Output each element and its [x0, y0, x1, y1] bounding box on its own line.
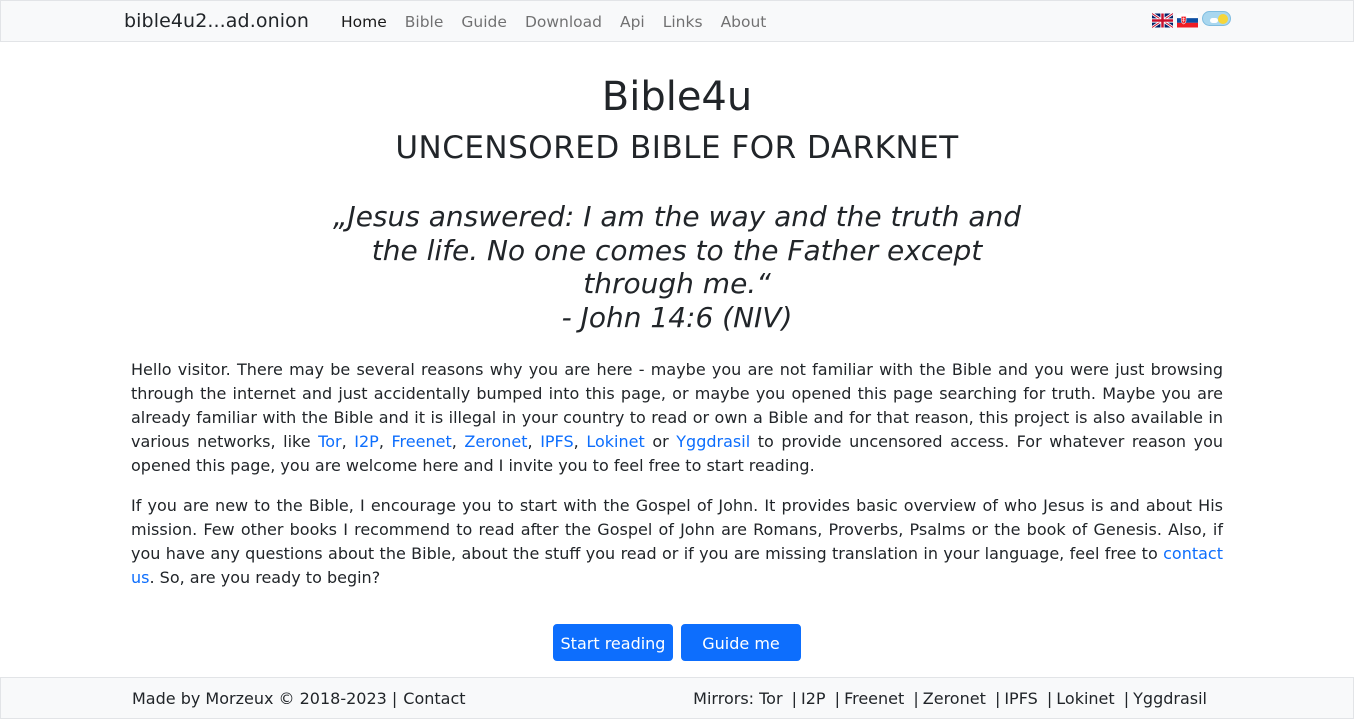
link-i2p[interactable]: I2P	[354, 432, 379, 451]
link-tor[interactable]: Tor	[318, 432, 341, 451]
copyright-text: Made by Morzeux © 2018-2023 |	[132, 689, 398, 708]
bible-quote: „Jesus answered: I am the way and the tr…	[322, 200, 1032, 335]
guidance-paragraph: If you are new to the Bible, I encourage…	[131, 494, 1223, 590]
mirror-lokinet[interactable]: Lokinet	[1056, 689, 1114, 708]
separator: ,	[341, 432, 355, 451]
mirror-freenet[interactable]: Freenet	[844, 689, 904, 708]
theme-toggle[interactable]	[1202, 11, 1231, 26]
quote-reference: - John 14:6 (NIV)	[561, 301, 793, 335]
footer-contact-link[interactable]: Contact	[403, 689, 465, 708]
nav-home[interactable]: Home	[341, 13, 387, 31]
cloud-icon	[1210, 18, 1218, 23]
mirror-i2p[interactable]: I2P	[801, 689, 826, 708]
mirror-zeronet[interactable]: Zeronet	[923, 689, 986, 708]
footer-credits: Made by Morzeux © 2018-2023 | Contact	[132, 689, 466, 708]
quote-line: „Jesus answered: I am the way and the tr…	[332, 200, 1022, 233]
guidance-text: If you are new to the Bible, I encourage…	[131, 496, 1223, 563]
start-reading-button[interactable]: Start reading	[553, 624, 673, 661]
page-title: Bible4u	[601, 74, 753, 120]
link-freenet[interactable]: Freenet	[392, 432, 452, 451]
nav-about[interactable]: About	[721, 13, 767, 31]
separator: or	[644, 432, 677, 451]
uk-flag-icon[interactable]	[1152, 13, 1173, 28]
guide-me-button[interactable]: Guide me	[681, 624, 801, 661]
nav-bible[interactable]: Bible	[405, 13, 444, 31]
separator: ,	[573, 432, 587, 451]
link-zeronet[interactable]: Zeronet	[464, 432, 527, 451]
separator: ,	[378, 432, 392, 451]
mirror-tor[interactable]: Tor	[759, 689, 782, 708]
separator: |	[1123, 689, 1130, 708]
separator: ,	[527, 432, 541, 451]
separator: |	[791, 689, 798, 708]
separator: |	[834, 689, 841, 708]
link-lokinet[interactable]: Lokinet	[586, 432, 644, 451]
mirror-ipfs[interactable]: IPFS	[1004, 689, 1037, 708]
separator: ,	[451, 432, 465, 451]
quote-line: the life. No one comes to the Father exc…	[371, 233, 983, 267]
link-yggdrasil[interactable]: Yggdrasil	[676, 432, 750, 451]
main-nav: Home Bible Guide Download Api Links Abou…	[341, 13, 784, 31]
nav-api[interactable]: Api	[620, 13, 645, 31]
nav-links[interactable]: Links	[663, 13, 703, 31]
sun-icon	[1218, 14, 1228, 24]
footer: Made by Morzeux © 2018-2023 | Contact Mir…	[0, 677, 1354, 719]
separator: |	[1046, 689, 1053, 708]
footer-mirrors: Mirrors: Tor | I2P | Freenet | Zeronet | IPF…	[693, 689, 1207, 708]
quote-line: through me.“	[583, 267, 771, 301]
mirrors-label: Mirrors:	[693, 689, 760, 708]
nav-download[interactable]: Download	[525, 13, 602, 31]
page-subtitle: UNCENSORED BIBLE FOR DARKNET	[395, 130, 959, 166]
guidance-text: . So, are you ready to begin?	[149, 568, 381, 587]
nav-guide[interactable]: Guide	[461, 13, 507, 31]
slovak-flag-icon[interactable]	[1177, 13, 1198, 28]
language-switcher	[1152, 11, 1231, 28]
mirror-yggdrasil[interactable]: Yggdrasil	[1133, 689, 1207, 708]
separator: |	[913, 689, 919, 708]
link-ipfs[interactable]: IPFS	[540, 432, 573, 451]
separator: |	[994, 689, 1001, 708]
site-brand[interactable]: bible4u2...ad.onion	[124, 10, 309, 32]
top-navbar: bible4u2...ad.onion Home Bible Guide Dow…	[0, 0, 1354, 42]
intro-paragraph: Hello visitor. There may be several reas…	[131, 358, 1223, 478]
